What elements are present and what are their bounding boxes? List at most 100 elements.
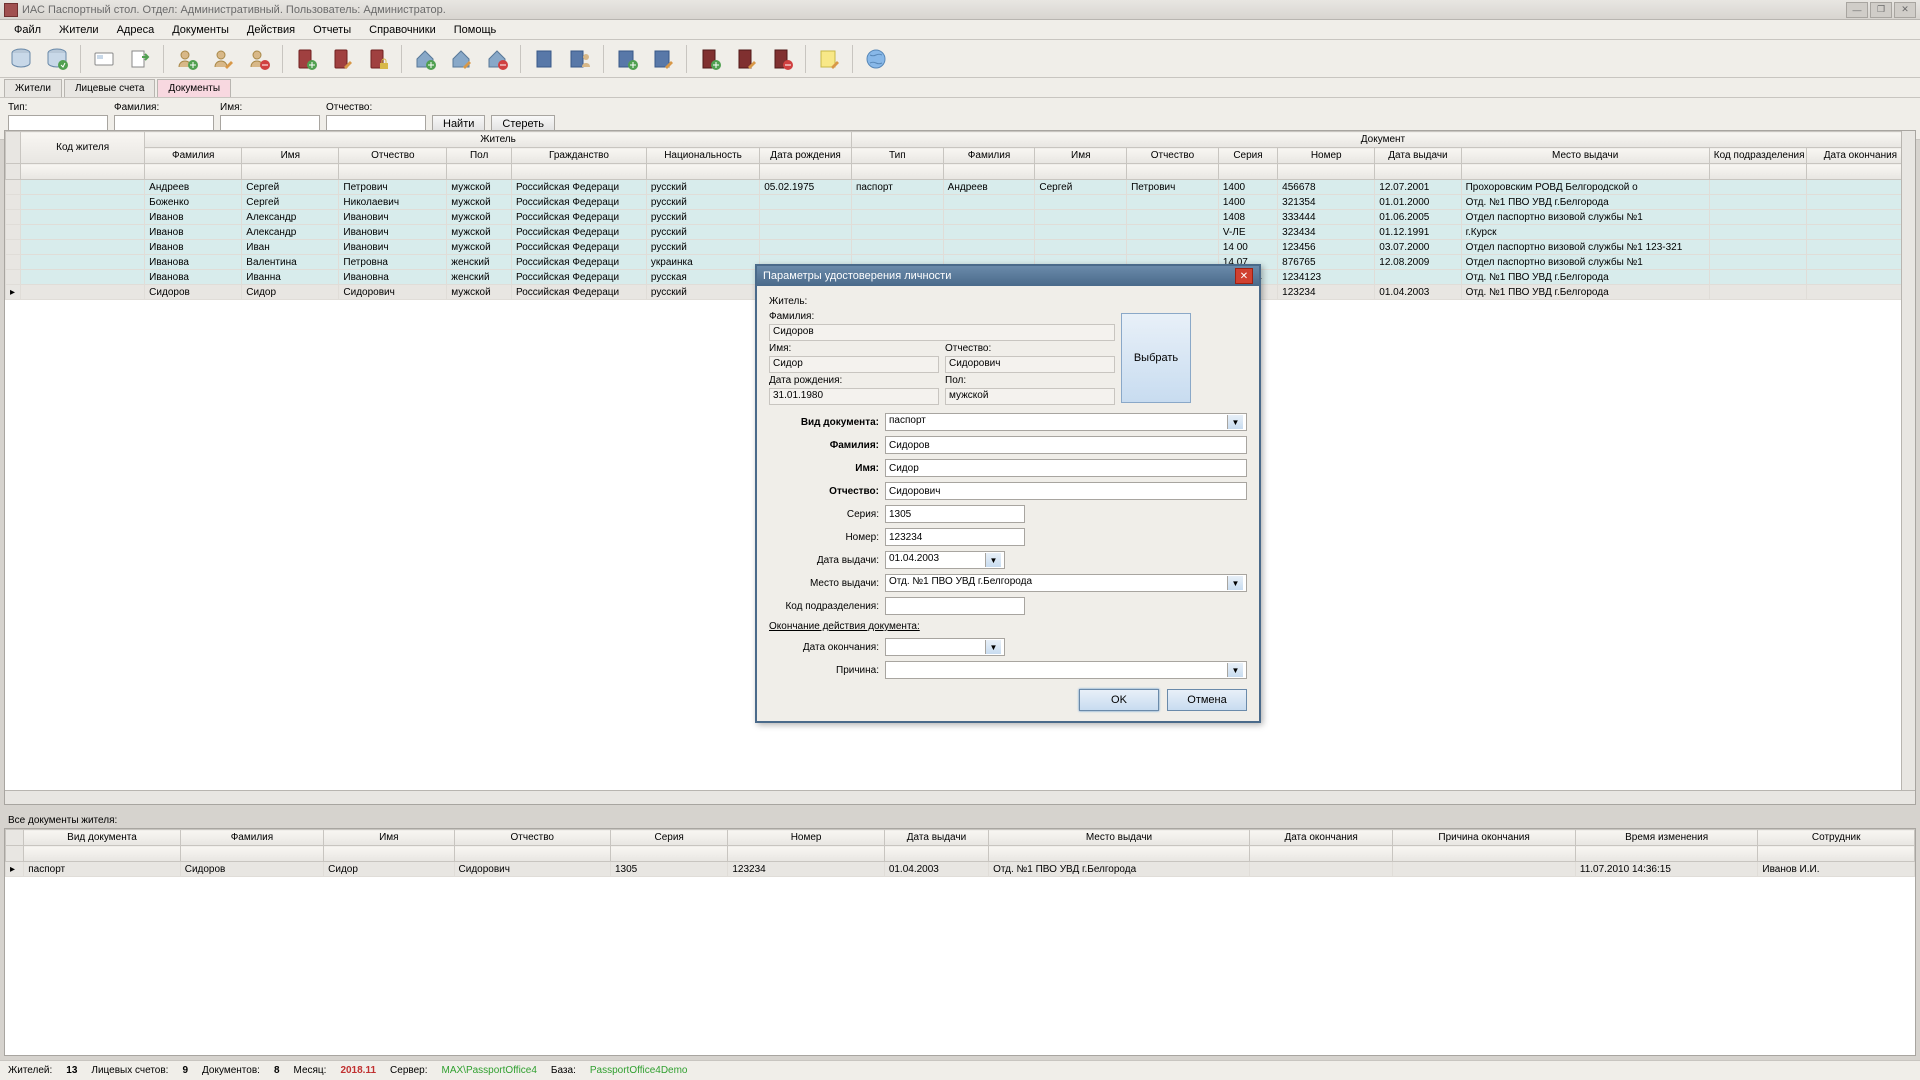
col-header[interactable]: Номер xyxy=(1278,148,1375,164)
grid-cell[interactable] xyxy=(1375,270,1461,285)
col-header[interactable]: Время изменения xyxy=(1575,830,1758,846)
grid-cell[interactable] xyxy=(1709,225,1806,240)
grid-cell[interactable]: Андреев xyxy=(943,180,1035,195)
restore-button[interactable]: ❐ xyxy=(1870,2,1892,18)
house-remove-icon[interactable] xyxy=(482,44,512,74)
grid-cell[interactable]: 1400 xyxy=(1218,180,1277,195)
grid-cell[interactable]: Николаевич xyxy=(339,195,447,210)
grid-cell[interactable] xyxy=(1709,270,1806,285)
grid-cell[interactable]: 12.07.2001 xyxy=(1375,180,1461,195)
grid-cell[interactable]: русский xyxy=(646,285,759,300)
col-header[interactable]: Дата выдачи xyxy=(1375,148,1461,164)
person-remove-icon[interactable] xyxy=(244,44,274,74)
grid-cell[interactable] xyxy=(1709,180,1806,195)
col-header[interactable]: Фамилия xyxy=(180,830,323,846)
minimize-button[interactable]: — xyxy=(1846,2,1868,18)
col-header[interactable]: Дата рождения xyxy=(760,148,852,164)
grid-cell[interactable]: Иванов xyxy=(145,225,242,240)
col-header[interactable]: Причина окончания xyxy=(1393,830,1576,846)
grid-cell[interactable]: 1408 xyxy=(1218,210,1277,225)
grid-cell[interactable]: 1400 xyxy=(1218,195,1277,210)
grid-cell[interactable] xyxy=(21,195,145,210)
grid-cell[interactable]: Иванов xyxy=(145,210,242,225)
grid-cell[interactable]: 123234 xyxy=(1278,285,1375,300)
grid-cell[interactable] xyxy=(1127,195,1219,210)
book2-edit-icon[interactable] xyxy=(731,44,761,74)
grid-cell[interactable]: паспорт xyxy=(851,180,943,195)
col-header[interactable]: Место выдачи xyxy=(1461,148,1709,164)
tab-documents[interactable]: Документы xyxy=(157,79,231,97)
book2-add-icon[interactable] xyxy=(695,44,725,74)
grid-cell[interactable] xyxy=(1035,240,1127,255)
menu-actions[interactable]: Действия xyxy=(239,22,303,38)
passport-edit-icon[interactable] xyxy=(327,44,357,74)
grid-cell[interactable]: 05.02.1975 xyxy=(760,180,852,195)
note-edit-icon[interactable] xyxy=(814,44,844,74)
grid-cell[interactable]: 1305 xyxy=(611,862,728,877)
close-button[interactable]: ✕ xyxy=(1894,2,1916,18)
grid-cell[interactable]: паспорт xyxy=(24,862,180,877)
col-header[interactable]: Серия xyxy=(1218,148,1277,164)
col-header[interactable]: Отчество xyxy=(1127,148,1219,164)
grid-cell[interactable]: Александр xyxy=(242,210,339,225)
col-header[interactable]: Имя xyxy=(1035,148,1127,164)
grid-cell[interactable]: русский xyxy=(646,240,759,255)
grid-cell[interactable] xyxy=(1806,285,1914,300)
grid-cell[interactable]: Валентина xyxy=(242,255,339,270)
grid-cell[interactable] xyxy=(760,225,852,240)
grid-cell[interactable] xyxy=(21,255,145,270)
grid-cell[interactable]: 876765 xyxy=(1278,255,1375,270)
grid-cell[interactable]: Российская Федераци xyxy=(512,225,647,240)
col-header[interactable]: Серия xyxy=(611,830,728,846)
grid-cell[interactable]: 03.07.2000 xyxy=(1375,240,1461,255)
name-input[interactable] xyxy=(885,459,1247,477)
doctype-combo[interactable]: паспорт▼ xyxy=(885,413,1247,431)
series-input[interactable] xyxy=(885,505,1025,523)
grid-cell[interactable] xyxy=(1806,180,1914,195)
menu-help[interactable]: Помощь xyxy=(446,22,505,38)
grid-cell[interactable] xyxy=(21,180,145,195)
grid-cell[interactable] xyxy=(1249,862,1392,877)
person-edit-icon[interactable] xyxy=(208,44,238,74)
house-edit-icon[interactable] xyxy=(446,44,476,74)
grid-cell[interactable]: Иванович xyxy=(339,210,447,225)
col-code[interactable]: Код жителя xyxy=(21,132,145,164)
grid-cell[interactable]: V-ЛЕ xyxy=(1218,225,1277,240)
grid-cell[interactable]: Сидор xyxy=(324,862,454,877)
grid-cell[interactable] xyxy=(1806,195,1914,210)
horizontal-scrollbar[interactable] xyxy=(5,790,1915,804)
tab-residents[interactable]: Жители xyxy=(4,79,62,97)
grid-cell[interactable]: Петрович xyxy=(339,180,447,195)
grid-cell[interactable]: мужской xyxy=(447,240,512,255)
grid-cell[interactable] xyxy=(1806,270,1914,285)
grid-cell[interactable]: женский xyxy=(447,255,512,270)
menu-file[interactable]: Файл xyxy=(6,22,49,38)
grid-cell[interactable]: Иванович xyxy=(339,225,447,240)
cancel-button[interactable]: Отмена xyxy=(1167,689,1247,711)
grid-cell[interactable]: Боженко xyxy=(145,195,242,210)
grid-cell[interactable] xyxy=(21,240,145,255)
col-header[interactable]: Вид документа xyxy=(24,830,180,846)
export-icon[interactable] xyxy=(125,44,155,74)
book-person-icon[interactable] xyxy=(565,44,595,74)
grid-cell[interactable]: мужской xyxy=(447,210,512,225)
menu-reports[interactable]: Отчеты xyxy=(305,22,359,38)
grid-cell[interactable] xyxy=(1806,210,1914,225)
grid-cell[interactable] xyxy=(760,240,852,255)
grid-cell[interactable]: Петрович xyxy=(1127,180,1219,195)
grid-cell[interactable] xyxy=(851,240,943,255)
splitter[interactable] xyxy=(4,805,1916,811)
grid-cell[interactable]: мужской xyxy=(447,285,512,300)
grid-cell[interactable]: Андреев xyxy=(145,180,242,195)
grid-cell[interactable]: мужской xyxy=(447,225,512,240)
col-header[interactable]: Отчество xyxy=(339,148,447,164)
issue-date-picker[interactable]: 01.04.2003▼ xyxy=(885,551,1005,569)
col-header[interactable]: Фамилия xyxy=(145,148,242,164)
grid-cell[interactable]: русский xyxy=(646,195,759,210)
grid-cell[interactable]: Сергей xyxy=(1035,180,1127,195)
grid-cell[interactable] xyxy=(943,225,1035,240)
passport-lock-icon[interactable] xyxy=(363,44,393,74)
ok-button[interactable]: OK xyxy=(1079,689,1159,711)
grid-cell[interactable]: мужской xyxy=(447,195,512,210)
book-icon[interactable] xyxy=(529,44,559,74)
